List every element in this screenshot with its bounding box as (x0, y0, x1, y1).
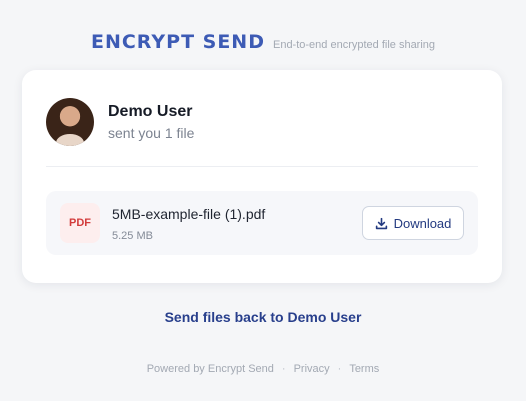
download-icon (375, 217, 388, 230)
logo[interactable]: ENCRYPT SEND (91, 31, 265, 53)
footer-separator: · (281, 363, 286, 375)
sender-info: Demo User sent you 1 file (46, 98, 194, 146)
sender-name: Demo User (108, 102, 193, 120)
terms-link[interactable]: Terms (349, 363, 379, 375)
tagline: End-to-end encrypted file sharing (272, 39, 436, 51)
page: ENCRYPT SEND End-to-end encrypted file s… (0, 0, 526, 401)
share-card: Demo User sent you 1 file PDF 5MB-exampl… (22, 70, 502, 283)
powered-by-text: Powered by Encrypt Send (146, 363, 274, 375)
file-size: 5.25 MB (112, 230, 153, 242)
privacy-link[interactable]: Privacy (294, 363, 330, 375)
file-name: 5MB-example-file (1).pdf (112, 206, 266, 222)
divider (46, 166, 478, 167)
footer: Powered by Encrypt Send · Privacy · Term… (0, 363, 526, 375)
download-button[interactable]: Download (362, 206, 464, 240)
file-row: PDF 5MB-example-file (1).pdf 5.25 MB Dow… (46, 191, 478, 255)
send-back-link[interactable]: Send files back to Demo User (0, 309, 526, 325)
brand-header: ENCRYPT SEND End-to-end encrypted file s… (0, 31, 526, 53)
avatar (46, 98, 94, 146)
pdf-file-icon: PDF (60, 203, 100, 243)
download-label: Download (393, 215, 452, 231)
sender-text: Demo User sent you 1 file (108, 102, 194, 143)
sender-message: sent you 1 file (108, 124, 195, 141)
footer-separator: · (337, 363, 342, 375)
